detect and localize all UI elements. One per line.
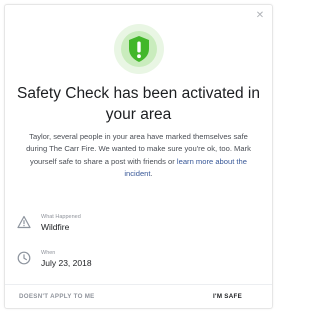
warning-icon (17, 215, 31, 229)
what-happened-value: Wildfire (41, 222, 70, 232)
when-row: When July 23, 2018 (17, 249, 260, 269)
hero-illustration (5, 23, 272, 75)
what-happened-row: What Happened Wildfire (17, 213, 260, 233)
what-happened-label: What Happened (41, 214, 81, 220)
dialog-footer: DOESN'T APPLY TO ME I'M SAFE (5, 284, 272, 308)
close-icon[interactable]: ✕ (255, 11, 265, 21)
when-label: When (41, 250, 56, 256)
safety-check-dialog: ✕ Safety Check has been activated in you… (4, 4, 273, 309)
safety-check-icon (113, 24, 164, 74)
dialog-message: Taylor, several people in your area have… (19, 131, 258, 181)
when-value: July 23, 2018 (41, 258, 92, 268)
when-text: When July 23, 2018 (41, 249, 92, 269)
what-happened-text: What Happened Wildfire (41, 213, 81, 233)
im-safe-button[interactable]: I'M SAFE (213, 293, 242, 300)
clock-icon (17, 251, 31, 265)
doesnt-apply-button[interactable]: DOESN'T APPLY TO ME (19, 293, 95, 300)
message-end: . (150, 169, 153, 179)
dialog-title: Safety Check has been activated in your … (17, 85, 260, 123)
